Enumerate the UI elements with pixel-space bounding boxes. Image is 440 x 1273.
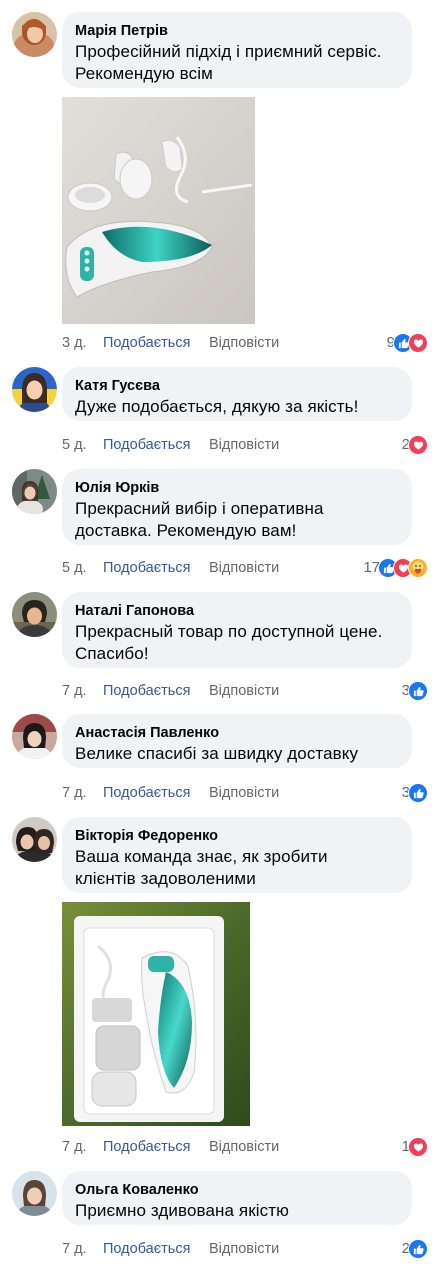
avatar[interactable] <box>12 1171 57 1216</box>
like-link[interactable]: Подобається <box>103 1137 190 1157</box>
comment-timestamp[interactable]: 5 д. <box>62 435 87 455</box>
avatar[interactable] <box>12 817 57 862</box>
love-icon <box>408 435 428 455</box>
like-icon <box>408 681 428 701</box>
reactions-summary[interactable]: 1 <box>402 1137 428 1157</box>
reply-link[interactable]: Відповісти <box>209 333 279 353</box>
comment-bubble: Марія Петрів Професійний підхід і приємн… <box>62 12 412 88</box>
love-icon <box>408 333 428 353</box>
reply-link[interactable]: Відповісти <box>209 558 279 578</box>
comment-text-line: Приємно здивована якістю <box>75 1201 289 1220</box>
avatar[interactable] <box>12 367 57 412</box>
comment-author[interactable]: Марія Петрів <box>75 21 398 41</box>
comment-author[interactable]: Юлія Юрків <box>75 478 398 498</box>
comment-bubble: Катя Гусєва Дуже подобається, дякую за я… <box>62 367 412 421</box>
love-icon <box>408 1137 428 1157</box>
reactions-summary[interactable]: 3 <box>402 783 428 803</box>
comment-actions: 3 д. Подобається Відповісти <box>62 333 432 353</box>
comment-author[interactable]: Вікторія Федоренко <box>75 826 398 846</box>
comment-timestamp[interactable]: 7 д. <box>62 1137 87 1157</box>
comment-bubble: Вікторія Федоренко Ваша команда знає, як… <box>62 817 412 893</box>
comment-author[interactable]: Анастасія Павленко <box>75 723 398 743</box>
reply-link[interactable]: Відповісти <box>209 1239 279 1259</box>
comment-text-line: Професійний підхід і приємний сервіс. <box>75 42 382 61</box>
avatar[interactable] <box>12 592 57 637</box>
comment-actions: 7 д. Подобається Відповісти <box>62 681 432 701</box>
like-link[interactable]: Подобається <box>103 435 190 455</box>
comment-text-line: Спасибо! <box>75 644 149 663</box>
comment-text-line: Дуже подобається, дякую за якість! <box>75 397 359 416</box>
comment-timestamp[interactable]: 7 д. <box>62 1239 87 1259</box>
comment-actions: 7 д. Подобається Відповісти <box>62 783 432 803</box>
comment-text-line: клієнтів задоволеними <box>75 869 256 888</box>
comment-timestamp[interactable]: 5 д. <box>62 558 87 578</box>
reactions-summary[interactable]: 2 <box>402 1239 428 1259</box>
comment-bubble: Ольга Коваленко Приємно здивована якістю <box>62 1171 412 1225</box>
comment-timestamp[interactable]: 7 д. <box>62 783 87 803</box>
reactions-summary[interactable]: 9 <box>387 333 428 353</box>
reactions-summary[interactable]: 3 <box>402 681 428 701</box>
comment-timestamp[interactable]: 3 д. <box>62 333 87 353</box>
comment-bubble: Анастасія Павленко Велике спасибі за шви… <box>62 714 412 768</box>
like-icon <box>408 1239 428 1259</box>
like-link[interactable]: Подобається <box>103 783 190 803</box>
comment-bubble: Юлія Юрків Прекрасний вибір і оперативна… <box>62 469 412 545</box>
comment-text-line: Прекрасный товар по доступной цене. <box>75 622 383 641</box>
avatar[interactable] <box>12 469 57 514</box>
like-icon <box>408 783 428 803</box>
like-link[interactable]: Подобається <box>103 558 190 578</box>
comment-photo[interactable] <box>62 97 255 324</box>
reply-link[interactable]: Відповісти <box>209 783 279 803</box>
avatar[interactable] <box>12 714 57 759</box>
comment-actions: 7 д. Подобається Відповісти <box>62 1137 432 1157</box>
care-icon <box>408 558 428 578</box>
reactions-summary[interactable]: 17 <box>363 558 428 578</box>
comment-actions: 7 д. Подобається Відповісти <box>62 1239 432 1259</box>
comment-text-line: Прекрасний вибір і оперативна <box>75 499 324 518</box>
comment-timestamp[interactable]: 7 д. <box>62 681 87 701</box>
comment-author[interactable]: Катя Гусєва <box>75 376 398 396</box>
like-link[interactable]: Подобається <box>103 1239 190 1259</box>
like-link[interactable]: Подобається <box>103 681 190 701</box>
comment-text-line: Ваша команда знає, як зробити <box>75 847 328 866</box>
avatar[interactable] <box>12 12 57 57</box>
comment-author[interactable]: Наталі Гапонова <box>75 601 398 621</box>
comment-photo[interactable] <box>62 902 250 1126</box>
comment-text-line: Велике спасибі за швидку доставку <box>75 744 359 763</box>
reply-link[interactable]: Відповісти <box>209 1137 279 1157</box>
like-link[interactable]: Подобається <box>103 333 190 353</box>
reactions-summary[interactable]: 2 <box>402 435 428 455</box>
reply-link[interactable]: Відповісти <box>209 435 279 455</box>
reply-link[interactable]: Відповісти <box>209 681 279 701</box>
comment-bubble: Наталі Гапонова Прекрасный товар по дост… <box>62 592 412 668</box>
comment-author[interactable]: Ольга Коваленко <box>75 1180 398 1200</box>
comment-text-line: доставка. Рекомендую вам! <box>75 521 297 540</box>
comment-text-line: Рекомендую всім <box>75 64 213 83</box>
comment-actions: 5 д. Подобається Відповісти <box>62 435 432 455</box>
